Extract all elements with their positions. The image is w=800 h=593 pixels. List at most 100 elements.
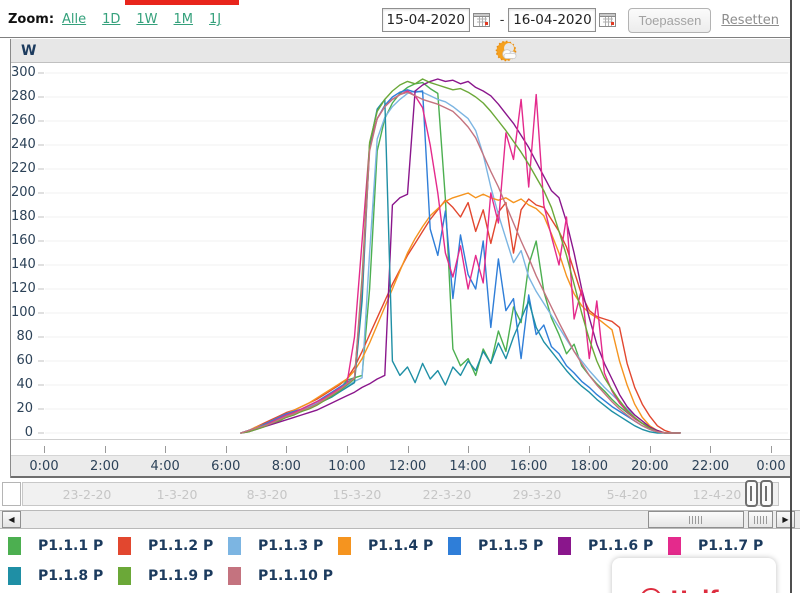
- x-tick: [649, 446, 651, 453]
- y-tick-label: 220: [11, 161, 36, 176]
- calendar-icon[interactable]: [472, 12, 491, 28]
- x-tick-label: 2:00: [89, 459, 120, 474]
- legend-swatch: [228, 567, 241, 585]
- x-tick: [225, 446, 227, 453]
- legend-label: P1.1.5 P: [478, 538, 544, 554]
- navigator-date-label: 29-3-20: [512, 487, 562, 502]
- x-tick: [589, 446, 591, 453]
- y-tick-label: 180: [11, 209, 36, 224]
- legend-label: P1.1.6 P: [588, 538, 654, 554]
- navigator-date-label: 15-3-20: [332, 487, 382, 502]
- series-line-p1.1.2-p: [240, 198, 681, 434]
- y-tick-label: 240: [11, 137, 36, 152]
- x-axis-ticks: [11, 440, 791, 455]
- x-tick-label: 0:00: [29, 459, 59, 474]
- navigator-date-label: 8-3-20: [246, 487, 288, 502]
- date-to-input[interactable]: [508, 8, 597, 32]
- question-mark-icon: ?: [640, 588, 663, 593]
- x-tick: [710, 446, 712, 453]
- horizontal-scrollbar[interactable]: ◀ ▶: [0, 510, 800, 529]
- loading-accent-bar: [125, 0, 239, 5]
- legend-item[interactable]: P1.1.8 P: [8, 561, 118, 591]
- scroll-right-button[interactable]: ▶: [776, 511, 795, 528]
- y-tick-label: 20: [16, 401, 33, 416]
- x-tick-label: 22:00: [691, 459, 730, 474]
- y-tick-label: 160: [11, 233, 36, 248]
- legend-swatch: [448, 537, 461, 555]
- x-tick-label: 8:00: [271, 459, 301, 474]
- legend-item[interactable]: P1.1.3 P: [228, 531, 338, 561]
- zoom-link-1w[interactable]: 1W: [136, 12, 157, 27]
- navigator-date-label: 12-4-20: [692, 487, 742, 502]
- x-tick-label: 12:00: [388, 459, 427, 474]
- x-tick: [771, 446, 772, 453]
- scrollbar-thumb-small[interactable]: [748, 511, 773, 528]
- navigator-handle-left[interactable]: [745, 480, 758, 507]
- legend-item[interactable]: P1.1.1 P: [8, 531, 118, 561]
- legend-item[interactable]: P1.1.2 P: [118, 531, 228, 561]
- toolbar: Zoom: Alle 1D 1W 1M 1J - Toepassen Resetten: [0, 0, 791, 38]
- date-from-input[interactable]: [381, 8, 470, 32]
- plot-area[interactable]: 0 20 40 60 80 100 120 140 160 180 200 220 240 260 280 3…: [11, 63, 791, 440]
- date-range-separator: -: [499, 12, 505, 28]
- x-tick-label: 14:00: [449, 459, 487, 474]
- zoom-label: Zoom:: [8, 12, 55, 27]
- x-tick: [528, 446, 530, 453]
- x-tick: [165, 446, 167, 453]
- scrollbar-thumb[interactable]: [648, 511, 744, 528]
- navigator-track[interactable]: 23-2-20 1-3-20 8-3-20 15-3-20 22-3-20 29-3-20…: [22, 482, 779, 506]
- legend-item[interactable]: P1.1.6 P: [558, 531, 668, 561]
- range-navigator[interactable]: 23-2-20 1-3-20 8-3-20 15-3-20 22-3-20 29-3-20…: [0, 480, 800, 508]
- navigator-date-label: 22-3-20: [422, 487, 472, 502]
- y-tick-label: 140: [11, 257, 36, 272]
- power-chart: W 0 20 40 60 80 100 120 140 160 180 200 …: [10, 39, 791, 478]
- legend-swatch: [338, 537, 351, 555]
- legend-swatch: [558, 537, 571, 555]
- x-tick: [104, 446, 106, 453]
- legend-label: P1.1.2 P: [148, 538, 214, 554]
- x-tick-label: 6:00: [211, 459, 241, 474]
- legend-item[interactable]: P1.1.5 P: [448, 531, 558, 561]
- legend-item[interactable]: P1.1.7 P: [668, 531, 778, 561]
- calendar-icon[interactable]: [599, 12, 617, 28]
- x-tick: [286, 446, 288, 453]
- scroll-left-button[interactable]: ◀: [2, 511, 21, 528]
- legend-label: P1.1.8 P: [38, 568, 104, 584]
- window-edge: [790, 0, 792, 593]
- y-tick-label: 60: [16, 353, 33, 368]
- help-button[interactable]: ? Helfen: [612, 558, 776, 593]
- zoom-link-1m[interactable]: 1M: [174, 12, 194, 27]
- chart-header-band: W: [11, 39, 791, 63]
- navigator-date-label: 23-2-20: [62, 487, 112, 502]
- zoom-links: Alle 1D 1W 1M 1J: [62, 12, 237, 27]
- y-tick-label: 300: [11, 65, 36, 80]
- legend-swatch: [228, 537, 241, 555]
- y-tick-label: 80: [16, 329, 33, 344]
- y-tick-label: 260: [11, 113, 36, 128]
- apply-button[interactable]: Toepassen: [628, 7, 712, 33]
- x-tick-label: 4:00: [150, 459, 180, 474]
- y-tick-label: 120: [11, 281, 36, 296]
- y-tick-label: 280: [11, 89, 36, 104]
- zoom-link-1d[interactable]: 1D: [102, 12, 120, 27]
- legend-swatch: [118, 567, 131, 585]
- zoom-link-1j[interactable]: 1J: [209, 12, 221, 27]
- legend-label: P1.1.10 P: [258, 568, 333, 584]
- legend-item[interactable]: P1.1.10 P: [228, 561, 338, 591]
- legend-label: P1.1.4 P: [368, 538, 434, 554]
- navigator-date-label: 5-4-20: [606, 487, 648, 502]
- y-tick-label: 40: [16, 377, 33, 392]
- legend-item[interactable]: P1.1.4 P: [338, 531, 448, 561]
- navigator-handle-right[interactable]: [760, 480, 773, 507]
- legend-label: P1.1.1 P: [38, 538, 104, 554]
- x-tick-label: 0:00: [756, 459, 786, 474]
- series-line-p1.1.9-p: [240, 78, 681, 434]
- x-tick-label: 18:00: [570, 459, 608, 474]
- y-tick-label: 100: [11, 305, 36, 320]
- x-tick: [407, 446, 409, 453]
- zoom-link-alle[interactable]: Alle: [62, 12, 86, 27]
- legend-swatch: [668, 537, 681, 555]
- reset-link[interactable]: Resetten: [721, 13, 779, 28]
- page: Zoom: Alle 1D 1W 1M 1J - Toepassen Resetten: [0, 0, 800, 593]
- legend-item[interactable]: P1.1.9 P: [118, 561, 228, 591]
